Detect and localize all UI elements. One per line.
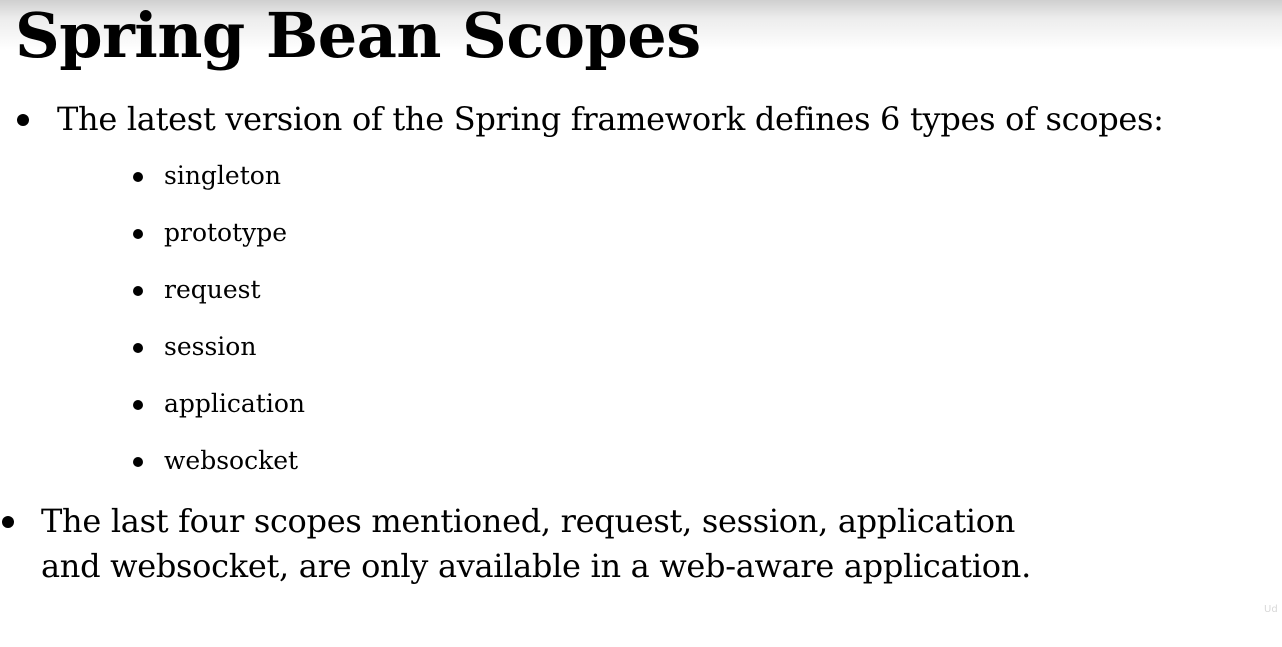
sub-bullet-dot-icon — [133, 400, 143, 410]
sub-bullet-dot-icon — [133, 457, 143, 467]
sub-bullet-dot-icon — [133, 343, 143, 353]
bullet-web-aware-line2: and websocket, are only available in a w… — [41, 547, 1031, 585]
sub-bullet-dot-icon — [133, 172, 143, 182]
bullet-dot-icon — [2, 516, 14, 528]
watermark-logo: Ud — [1264, 604, 1278, 615]
slide-title: Spring Bean Scopes — [15, 0, 701, 72]
slide: Spring Bean Scopes The latest version of… — [0, 0, 1282, 647]
scope-item-websocket: websocket — [164, 446, 299, 475]
scope-item-session: session — [164, 332, 257, 361]
scope-item-prototype: prototype — [164, 218, 288, 247]
bullet-scopes-intro: The latest version of the Spring framewo… — [57, 100, 1164, 138]
bullet-dot-icon — [17, 114, 29, 126]
bullet-web-aware-line1: The last four scopes mentioned, request,… — [41, 502, 1015, 540]
scope-item-singleton: singleton — [164, 161, 281, 190]
scope-item-request: request — [164, 275, 261, 304]
sub-bullet-dot-icon — [133, 229, 143, 239]
scope-item-application: application — [164, 389, 306, 418]
sub-bullet-dot-icon — [133, 286, 143, 296]
